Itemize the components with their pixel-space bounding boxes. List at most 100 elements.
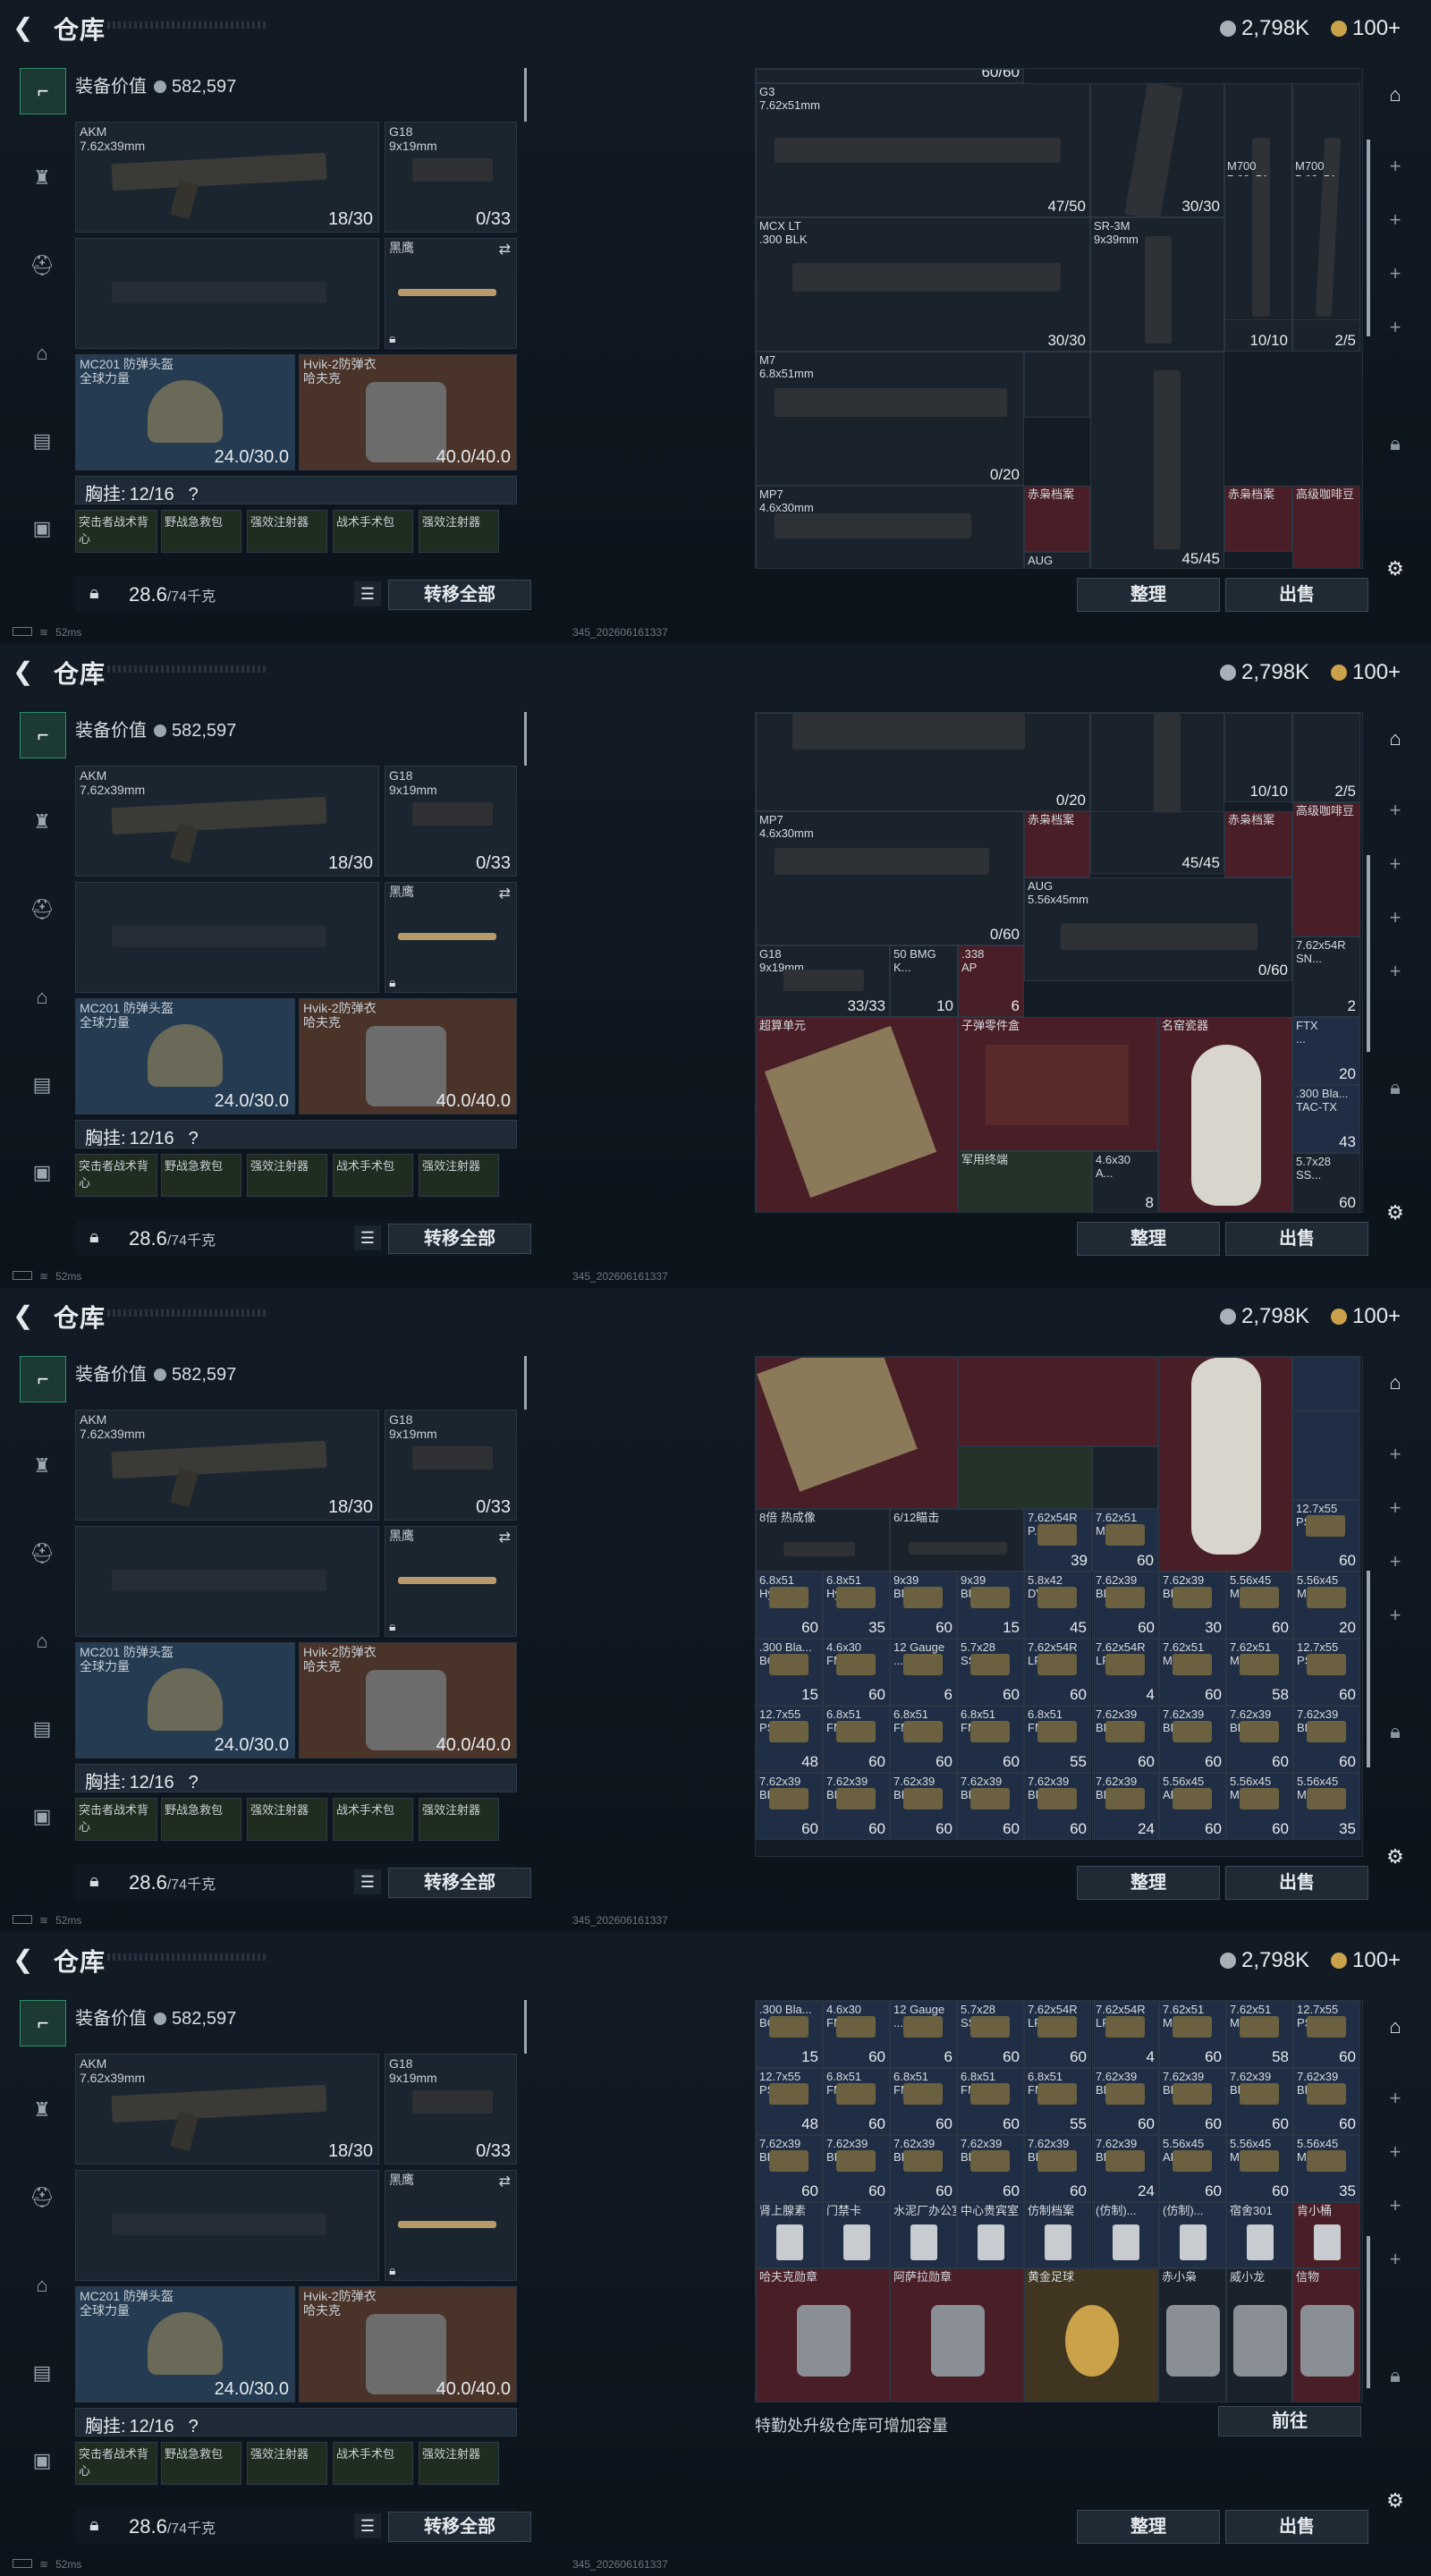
stash-item[interactable]: MP7 4.6x30mm 0/60 bbox=[756, 811, 1024, 945]
swap-icon[interactable]: ⇄ bbox=[499, 241, 511, 258]
rig-pouch-item[interactable]: 战术手术包 bbox=[333, 2442, 413, 2485]
add-tab-icon[interactable]: + bbox=[1377, 309, 1413, 345]
rig-pouch-item[interactable]: 强效注射器 bbox=[247, 1154, 327, 1197]
stash-item[interactable]: 45/45 bbox=[1090, 811, 1224, 874]
help-icon[interactable]: ? bbox=[189, 1773, 199, 1792]
add-tab-icon[interactable]: + bbox=[1377, 256, 1413, 292]
ammo-item[interactable]: 5.8x42 DVC...45 bbox=[1024, 1572, 1091, 1639]
rig-pouch-item[interactable]: 强效注射器 bbox=[247, 510, 327, 553]
transfer-all-button[interactable]: 转移全部 bbox=[388, 580, 531, 610]
ammo-item[interactable]: 5.56x45 AP 60 bbox=[1159, 1773, 1226, 1840]
add-tab-icon[interactable]: + bbox=[1377, 2080, 1413, 2116]
key-item[interactable]: (仿制)... bbox=[1092, 2202, 1159, 2268]
ammo-item[interactable]: 7.62x54R P... 39 bbox=[1024, 1509, 1092, 1572]
settings-gear-icon[interactable]: ⚙ bbox=[1377, 1195, 1413, 1231]
ammo-item[interactable]: 7.62x54R LPS4 bbox=[1092, 2001, 1159, 2068]
armor-slot[interactable]: Hvik-2防弹衣 哈夫克 40.0/40.0 bbox=[299, 998, 517, 1114]
sell-button[interactable]: 出售 bbox=[1225, 1222, 1368, 1256]
stash-item[interactable]: .338 AP 6 bbox=[958, 945, 1024, 1017]
ammo-item[interactable]: 7.62x51 M...60 bbox=[1159, 2001, 1226, 2068]
stash-item[interactable] bbox=[1292, 1357, 1360, 1411]
equipment-scrollbar[interactable] bbox=[524, 712, 527, 766]
ammo-item[interactable]: 7.62x39 BP 24 bbox=[1092, 1773, 1159, 1840]
sort-button[interactable]: 整理 bbox=[1077, 2510, 1220, 2544]
trophy-item[interactable]: 赤小枭 bbox=[1158, 2268, 1226, 2402]
supercomputer-unit-item[interactable] bbox=[756, 1357, 958, 1509]
swap-icon[interactable]: ⇄ bbox=[499, 1529, 511, 1546]
add-tab-icon[interactable]: + bbox=[1377, 846, 1413, 882]
stash-item[interactable] bbox=[1292, 83, 1360, 352]
stash-home-icon[interactable]: ⌂ bbox=[1377, 1365, 1413, 1401]
stash-scrollbar[interactable] bbox=[1367, 1571, 1370, 1767]
list-view-button[interactable]: ☰ bbox=[354, 2513, 381, 2538]
rig-pouch-item[interactable]: 突击者战术背心 bbox=[75, 1798, 157, 1841]
armor-tab-icon[interactable]: ♜ bbox=[20, 1444, 64, 1488]
ammo-item[interactable]: 12 Gauge ... 6 bbox=[890, 1639, 957, 1706]
ammo-item[interactable]: 12.7x55 PS...60 bbox=[1292, 1500, 1360, 1572]
intel-file-item[interactable]: 赤枭档案 bbox=[1024, 811, 1090, 877]
list-view-button[interactable]: ☰ bbox=[354, 581, 381, 606]
add-tab-icon[interactable]: + bbox=[1377, 1597, 1413, 1633]
ammo-item[interactable]: 9x39 BP 60 bbox=[890, 1572, 957, 1639]
ammo-item[interactable]: 6.8x51 FMJ55 bbox=[1024, 2068, 1091, 2135]
stash-item[interactable]: 0/20 bbox=[756, 713, 1090, 811]
ammo-item[interactable]: 4.6x30 FMJ...60 bbox=[823, 2001, 890, 2068]
primary-weapon-slot[interactable]: AKM 7.62x39mm 18/30 bbox=[75, 122, 379, 233]
coffee-beans-item[interactable]: 高级咖啡豆 bbox=[1292, 802, 1360, 936]
transfer-all-button[interactable]: 转移全部 bbox=[388, 1868, 531, 1898]
ammo-item[interactable]: 7.62x39 BP 60 bbox=[756, 2135, 823, 2202]
helmet-slot[interactable]: MC201 防弹头盔 全球力量 24.0/30.0 bbox=[75, 1642, 295, 1758]
back-arrow-icon[interactable]: ❮ bbox=[13, 658, 39, 685]
stash-item[interactable]: 2/5 bbox=[1292, 319, 1360, 352]
secondary-weapon-slot[interactable] bbox=[75, 1526, 379, 1637]
stash-scrollbar[interactable] bbox=[1367, 2236, 1370, 2388]
ammo-item[interactable]: 6.8x51 FMJ55 bbox=[1024, 1706, 1091, 1773]
ammo-item[interactable]: 5.56x45 M855A160 bbox=[1226, 1773, 1293, 1840]
melee-slot[interactable]: 黑鹰 ⇄ 🔒︎ bbox=[385, 1526, 517, 1637]
add-tab-icon[interactable]: + bbox=[1377, 900, 1413, 936]
ammo-item[interactable]: 7.62x39 BP 60 bbox=[1092, 1572, 1159, 1639]
stash-item[interactable]: M700 7.62x51... bbox=[1224, 158, 1292, 176]
supercomputer-unit-item[interactable]: 超算单元 bbox=[756, 1017, 958, 1212]
add-tab-icon[interactable]: + bbox=[1377, 202, 1413, 238]
armor-slot[interactable]: Hvik-2防弹衣 哈夫克 40.0/40.0 bbox=[299, 1642, 517, 1758]
ammo-item[interactable]: 7.62x39 BP 60 bbox=[823, 1773, 890, 1840]
stash-item[interactable] bbox=[1224, 83, 1292, 352]
ammo-item[interactable]: 7.62x54R LPS4 bbox=[1092, 1639, 1159, 1706]
stash-item[interactable]: 10/10 bbox=[1224, 713, 1292, 802]
ammo-item[interactable]: 5.7x28 SS...60 bbox=[957, 2001, 1024, 2068]
stash-home-icon[interactable]: ⌂ bbox=[1377, 2009, 1413, 2045]
key-item[interactable]: (仿制)... bbox=[1159, 2202, 1226, 2268]
porcelain-vase-item[interactable]: 名窑瓷器 bbox=[1158, 1017, 1292, 1212]
stash-home-icon[interactable]: ⌂ bbox=[1377, 721, 1413, 757]
ammo-item[interactable]: 7.62x39 BP 60 bbox=[1159, 1706, 1226, 1773]
ammo-item[interactable]: 7.62x39 BP 60 bbox=[1293, 1706, 1360, 1773]
military-terminal-item[interactable]: 军用终端 bbox=[958, 1151, 1092, 1212]
rig-pouch-item[interactable]: 野战急救包 bbox=[161, 1798, 241, 1841]
ammo-item[interactable]: 12.7x55 PS...48 bbox=[756, 1706, 823, 1773]
ammo-item[interactable]: 12.7x55 PS...60 bbox=[1293, 2001, 1360, 2068]
stash-item[interactable]: FTX ... 20 bbox=[1292, 1017, 1360, 1085]
ammo-item[interactable]: 7.62x39 BP 60 bbox=[1226, 2068, 1293, 2135]
ammo-item[interactable]: 7.62x54R LPS60 bbox=[1024, 1639, 1091, 1706]
pistol-slot[interactable]: G18 9x19mm 0/33 bbox=[385, 2054, 517, 2165]
ammo-item[interactable]: 4.6x30 FMJ...60 bbox=[823, 1639, 890, 1706]
stash-item[interactable]: AUG 5.56x45mm 0/60 bbox=[1024, 877, 1292, 981]
thermal-scope-item[interactable]: 8倍 热成像 bbox=[756, 1509, 890, 1572]
list-view-button[interactable]: ☰ bbox=[354, 1869, 381, 1894]
ammo-item[interactable]: 7.62x39 BP 60 bbox=[1293, 2068, 1360, 2135]
ammo-item[interactable]: 7.62x51 M...60 bbox=[1159, 1639, 1226, 1706]
primary-weapon-slot[interactable]: AKM 7.62x39mm 18/30 bbox=[75, 1410, 379, 1521]
backpack-tab-icon[interactable]: ⌂ bbox=[20, 2263, 64, 2308]
ammo-item[interactable]: 7.62x39 BP 60 bbox=[1024, 1773, 1091, 1840]
ammo-item[interactable]: 7.62x39 BP 60 bbox=[756, 1773, 823, 1840]
back-arrow-icon[interactable]: ❮ bbox=[13, 14, 39, 41]
armor-tab-icon[interactable]: ♜ bbox=[20, 800, 64, 844]
rig-tab-icon[interactable]: ▤ bbox=[20, 1707, 64, 1751]
intel-file-item[interactable]: 赤枭档案 bbox=[1224, 811, 1292, 877]
stash-item[interactable] bbox=[1024, 352, 1090, 418]
rig-pouch-item[interactable]: 突击者战术背心 bbox=[75, 2442, 157, 2485]
ammo-item[interactable]: 9x39 BP 15 bbox=[957, 1572, 1024, 1639]
list-view-button[interactable]: ☰ bbox=[354, 1225, 381, 1250]
ammo-item[interactable]: .300 Bla... BCP FMJ15 bbox=[756, 1639, 823, 1706]
